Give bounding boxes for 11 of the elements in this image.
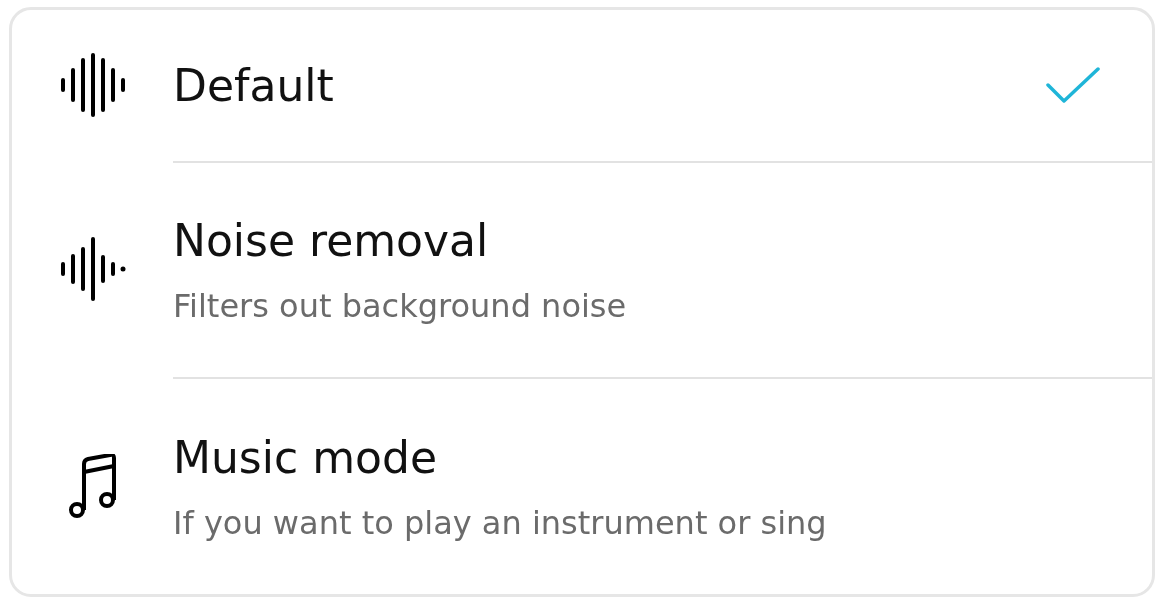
option-description: If you want to play an instrument or sing — [173, 502, 827, 543]
option-title: Music mode — [173, 430, 437, 485]
option-title: Default — [173, 59, 334, 114]
option-title: Noise removal — [173, 214, 489, 269]
option-row[interactable]: Music mode If you want to play an instrument or sing — [12, 377, 1152, 594]
music-note-icon — [67, 453, 118, 518]
option-description: Filters out background noise — [173, 286, 627, 327]
option-row[interactable]: Noise removal Filters out background noise — [12, 160, 1152, 378]
waveform-icon — [59, 236, 126, 303]
option-row[interactable]: Default — [12, 10, 1152, 161]
waveform-icon — [59, 52, 126, 119]
